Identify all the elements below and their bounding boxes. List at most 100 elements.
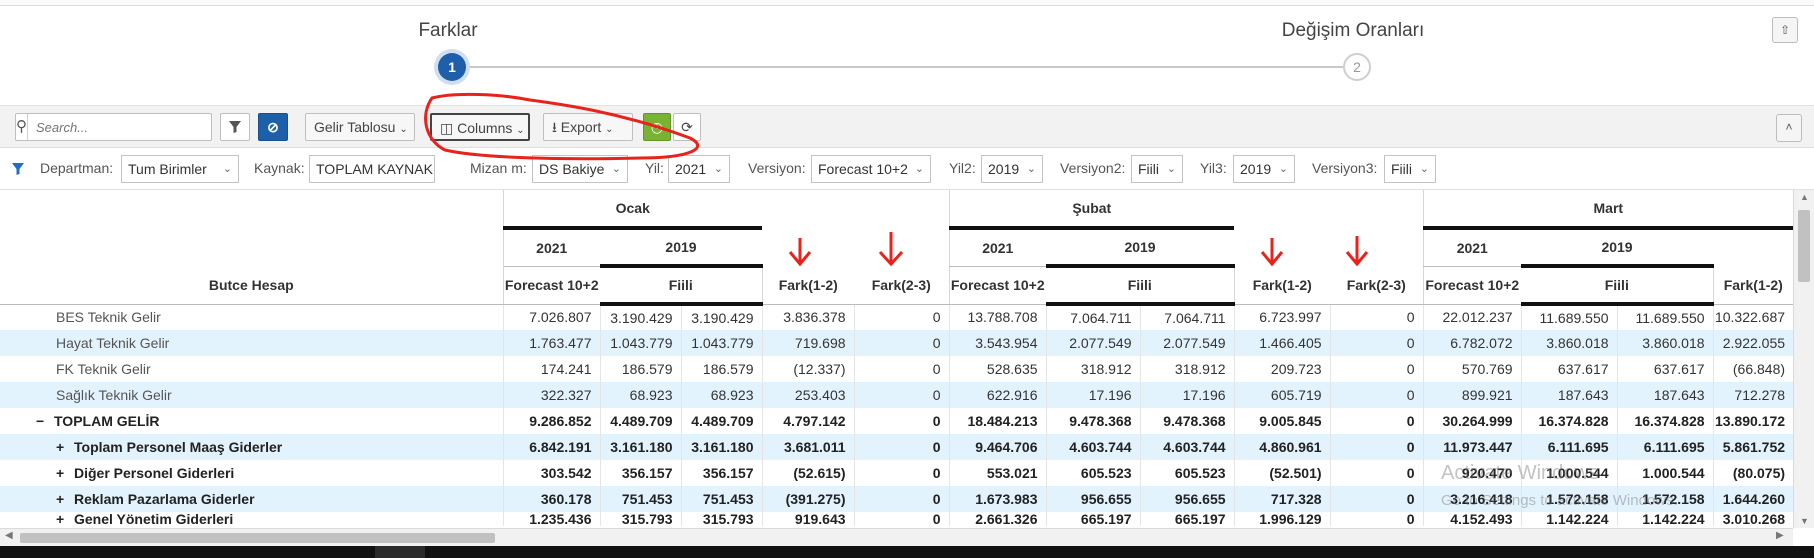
table-row[interactable]: + Diğer Personel Giderleri 303.542 356.157 3… [0, 460, 1793, 486]
value-cell[interactable]: 3.836.378 [761, 304, 855, 330]
value-cell[interactable]: 187.643 [1520, 382, 1618, 408]
step-1-label[interactable]: Farklar [418, 20, 477, 42]
scroll-up-icon[interactable]: ▲ [1794, 192, 1814, 202]
clear-filter-button[interactable]: ⊘ [258, 113, 288, 141]
value-cell[interactable]: 3.681.011 [761, 434, 855, 460]
value-cell[interactable]: (52.615) [761, 460, 855, 486]
year-header[interactable]: 2019 [600, 228, 763, 268]
value-cell[interactable]: 1.996.129 [1233, 512, 1331, 526]
refresh-button[interactable]: ⟳ [673, 113, 701, 141]
value-cell[interactable]: 637.617 [1616, 356, 1714, 382]
value-cell[interactable]: 0 [853, 330, 950, 356]
value-cell[interactable]: 1.235.436 [502, 512, 600, 526]
filter-button[interactable] [220, 113, 250, 141]
value-cell[interactable]: 956.655 [1139, 486, 1235, 512]
table-row[interactable]: Hayat Teknik Gelir 1.763.477 1.043.779 1.04… [0, 330, 1793, 356]
value-cell[interactable]: (80.075) [1712, 460, 1793, 486]
scroll-down-icon[interactable]: ▼ [1794, 516, 1814, 526]
value-cell[interactable]: 0 [1329, 512, 1424, 526]
value-cell[interactable]: 1.572.158 [1520, 486, 1618, 512]
value-cell[interactable]: 605.719 [1233, 382, 1331, 408]
value-cell[interactable]: 10.322.687 [1712, 304, 1793, 330]
step-2-label[interactable]: Değişim Oranları [1282, 20, 1425, 42]
value-cell[interactable]: 1.142.224 [1520, 512, 1618, 526]
value-cell[interactable]: 3.161.180 [599, 434, 681, 460]
row-label[interactable]: Hayat Teknik Gelir [0, 330, 503, 356]
year-header[interactable]: 2021 [1422, 228, 1522, 267]
value-cell[interactable]: 712.278 [1712, 382, 1793, 408]
value-cell[interactable]: 209.723 [1233, 356, 1331, 382]
col-header-forecast[interactable]: Forecast 10+2 [1422, 266, 1522, 305]
value-cell[interactable]: 9.478.368 [1045, 408, 1141, 434]
row-label[interactable]: − TOPLAM GELİR [0, 408, 503, 434]
value-cell[interactable]: 0 [853, 408, 950, 434]
value-cell[interactable]: 6.111.695 [1520, 434, 1618, 460]
vertical-scroll-thumb[interactable] [1798, 210, 1810, 282]
horizontal-scrollbar[interactable]: ◀ ▶ [0, 528, 1793, 546]
value-cell[interactable]: 605.523 [1139, 460, 1235, 486]
col-header-fark12[interactable]: Fark(1-2) [761, 266, 855, 305]
year-header[interactable]: 2019 [1521, 228, 1714, 268]
value-cell[interactable]: 174.241 [502, 356, 600, 382]
value-cell[interactable]: 2.661.326 [948, 512, 1047, 526]
value-cell[interactable]: 3.190.429 [599, 304, 681, 330]
value-cell[interactable]: 11.689.550 [1520, 304, 1618, 330]
month-header-ocak[interactable]: Ocak [502, 190, 763, 230]
value-cell[interactable]: 1.142.224 [1616, 512, 1714, 526]
value-cell[interactable]: 68.923 [680, 382, 763, 408]
value-cell[interactable]: 3.860.018 [1616, 330, 1714, 356]
value-cell[interactable]: 18.484.213 [948, 408, 1047, 434]
col-header-fark23[interactable]: Fark(2-3) [854, 266, 950, 305]
table-row[interactable]: + Toplam Personel Maaş Giderler 6.842.191 3… [0, 434, 1793, 460]
collapse-minus-icon[interactable]: − [36, 413, 50, 429]
col-header-fark12[interactable]: Fark(1-2) [1712, 266, 1793, 305]
year-header[interactable]: 2021 [502, 228, 600, 267]
value-cell[interactable]: 315.793 [680, 512, 763, 526]
value-cell[interactable]: 3.216.418 [1422, 486, 1522, 512]
scroll-right-icon[interactable]: ▶ [1776, 530, 1784, 541]
value-cell[interactable]: 899.921 [1422, 382, 1522, 408]
value-cell[interactable]: 6.782.072 [1422, 330, 1522, 356]
toolbar-collapse-button[interactable]: ˄ [1776, 114, 1802, 142]
value-cell[interactable]: 717.328 [1233, 486, 1331, 512]
value-cell[interactable]: 2.077.549 [1139, 330, 1235, 356]
row-header-butce-hesap[interactable]: Butce Hesap [0, 266, 504, 305]
value-cell[interactable]: 9.478.368 [1139, 408, 1235, 434]
yil2-select[interactable]: 2019 ⌄ [981, 155, 1043, 183]
value-cell[interactable]: 1.000.544 [1616, 460, 1714, 486]
value-cell[interactable]: 665.197 [1139, 512, 1235, 526]
wizard-collapse-button[interactable]: ⇧ [1772, 17, 1798, 43]
value-cell[interactable]: 3.161.180 [680, 434, 763, 460]
value-cell[interactable]: 11.689.550 [1616, 304, 1714, 330]
value-cell[interactable]: 7.026.807 [502, 304, 600, 330]
col-header-fiili[interactable]: Fiili [1046, 266, 1235, 306]
value-cell[interactable]: 1.673.983 [948, 486, 1047, 512]
value-cell[interactable]: 1.466.405 [1233, 330, 1331, 356]
value-cell[interactable]: 1.043.779 [599, 330, 681, 356]
value-cell[interactable]: 0 [853, 356, 950, 382]
month-header-mart[interactable]: Mart [1422, 190, 1793, 230]
value-cell[interactable]: 605.523 [1045, 460, 1141, 486]
value-cell[interactable]: 356.157 [680, 460, 763, 486]
col-header-fiili[interactable]: Fiili [600, 266, 763, 306]
value-cell[interactable]: 11.973.447 [1422, 434, 1522, 460]
value-cell[interactable]: 0 [1329, 486, 1424, 512]
expand-plus-icon[interactable]: + [56, 512, 70, 526]
value-cell[interactable]: 4.489.709 [599, 408, 681, 434]
value-cell[interactable]: 0 [1329, 356, 1424, 382]
value-cell[interactable]: 0 [1329, 434, 1424, 460]
expand-plus-icon[interactable]: + [56, 439, 70, 455]
mizan-select[interactable]: DS Bakiye ⌄ [532, 155, 628, 183]
vertical-scrollbar[interactable]: ▲ ▼ [1793, 190, 1814, 528]
value-cell[interactable]: 0 [1329, 330, 1424, 356]
table-row[interactable]: FK Teknik Gelir 174.241 186.579 186.579 (12.… [0, 356, 1793, 382]
value-cell[interactable]: 4.797.142 [761, 408, 855, 434]
value-cell[interactable]: 4.489.709 [680, 408, 763, 434]
value-cell[interactable]: 16.374.828 [1616, 408, 1714, 434]
row-label[interactable]: + Genel Yönetim Giderleri [0, 512, 503, 526]
value-cell[interactable]: 2.077.549 [1045, 330, 1141, 356]
step-1-circle[interactable]: 1 [438, 53, 466, 81]
value-cell[interactable]: 4.152.493 [1422, 512, 1522, 526]
versiyon3-select[interactable]: Fiili ⌄ [1384, 155, 1436, 183]
value-cell[interactable]: 719.698 [761, 330, 855, 356]
